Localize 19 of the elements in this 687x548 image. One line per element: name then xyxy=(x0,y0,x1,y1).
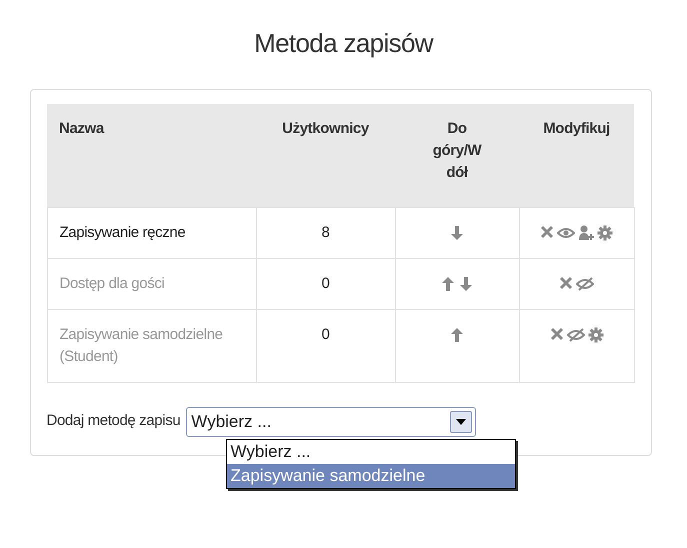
method-name: Dostęp dla gości xyxy=(60,274,164,292)
field-label: Dodaj metodę zapisu xyxy=(46,411,180,432)
column-header: Do góry/W dół xyxy=(432,119,482,183)
user-count: 8 xyxy=(322,224,330,240)
column-header: Modyfikuj xyxy=(543,119,610,139)
user-count: 0 xyxy=(322,326,330,342)
column-header: Nazwa xyxy=(59,119,104,139)
method-select[interactable]: Wybierz ... xyxy=(186,406,476,436)
dropdown-option[interactable]: Zapisywanie samodzielne xyxy=(226,464,514,488)
page-title: Metoda zapisów xyxy=(254,27,433,60)
down-arrow-icon[interactable] xyxy=(450,224,464,240)
delete-icon[interactable] xyxy=(540,224,554,240)
add-user-icon[interactable] xyxy=(578,224,594,240)
dropdown-option[interactable]: Wybierz ... xyxy=(226,440,514,464)
method-name: Zapisywanie ręczne xyxy=(60,224,186,240)
method-name: Zapisywanie samodzielne (Student) xyxy=(60,326,223,364)
gear-icon[interactable] xyxy=(597,224,613,240)
user-count: 0 xyxy=(322,274,330,292)
column-header: Użytkownicy xyxy=(282,119,369,139)
